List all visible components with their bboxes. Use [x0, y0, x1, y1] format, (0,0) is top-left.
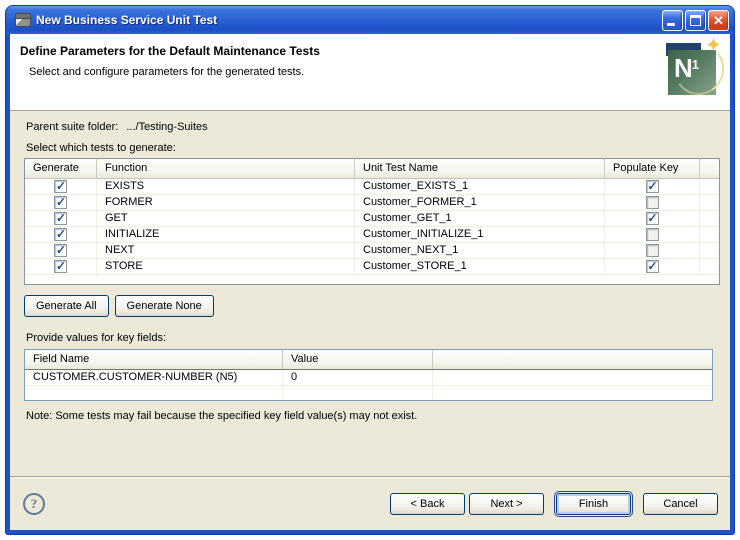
- generate-none-button[interactable]: Generate None: [114, 295, 214, 317]
- function-cell: FORMER: [97, 195, 355, 210]
- next-button[interactable]: Next >: [469, 492, 544, 515]
- col-header-value[interactable]: Value: [283, 350, 433, 369]
- button-bar: ? < Back Next > Finish Cancel: [10, 476, 730, 530]
- populate-key-checkbox[interactable]: [645, 228, 659, 241]
- dialog-body: Define Parameters for the Default Mainte…: [10, 34, 730, 530]
- generate-checkbox[interactable]: [54, 211, 67, 226]
- unit-test-name-cell[interactable]: Customer_FORMER_1: [355, 195, 605, 210]
- window-title: New Business Service Unit Test: [36, 13, 218, 27]
- populate-key-checkbox[interactable]: [645, 196, 659, 209]
- table-row[interactable]: STORE Customer_STORE_1: [25, 259, 719, 275]
- table-row[interactable]: NEXT Customer_NEXT_1: [25, 243, 719, 259]
- wizard-dialog: New Business Service Unit Test ✕ Define …: [6, 6, 734, 534]
- wizard-header: Define Parameters for the Default Mainte…: [10, 34, 730, 111]
- naturalone-icon-letter: N1: [674, 53, 699, 83]
- populate-key-checkbox[interactable]: [645, 259, 659, 274]
- unit-test-name-cell[interactable]: Customer_GET_1: [355, 211, 605, 226]
- cancel-button[interactable]: Cancel: [643, 492, 718, 515]
- help-button[interactable]: ?: [23, 492, 45, 515]
- populate-key-checkbox[interactable]: [645, 211, 659, 226]
- field-value-cell[interactable]: 0: [283, 370, 433, 385]
- table-row[interactable]: GET Customer_GET_1: [25, 211, 719, 227]
- generate-buttons-row: Generate All Generate None: [24, 295, 720, 317]
- unit-test-name-cell[interactable]: Customer_STORE_1: [355, 259, 605, 274]
- page-subtitle: Select and configure parameters for the …: [29, 66, 305, 78]
- key-fields-table-header: Field Name Value: [25, 350, 712, 370]
- field-name-cell: CUSTOMER.CUSTOMER-NUMBER (N5): [25, 370, 283, 385]
- naturalone-icon: N1 ✦: [666, 35, 729, 99]
- back-button[interactable]: < Back: [390, 492, 465, 515]
- parent-suite-label: Parent suite folder:: [26, 121, 119, 133]
- generate-checkbox[interactable]: [54, 179, 67, 194]
- window-icon: [15, 13, 31, 27]
- function-cell: NEXT: [97, 243, 355, 258]
- col-header-spacer: [433, 350, 712, 369]
- function-cell: EXISTS: [97, 179, 355, 194]
- function-cell: GET: [97, 211, 355, 226]
- page-title: Define Parameters for the Default Mainte…: [20, 44, 320, 58]
- key-field-row[interactable]: CUSTOMER.CUSTOMER-NUMBER (N5) 0: [25, 370, 712, 386]
- col-header-populate-key[interactable]: Populate Key: [605, 159, 700, 178]
- generate-checkbox[interactable]: [54, 259, 67, 274]
- finish-button-focus-ring: Finish: [554, 490, 633, 517]
- function-cell: STORE: [97, 259, 355, 274]
- col-header-unit-test-name[interactable]: Unit Test Name: [355, 159, 605, 178]
- maximize-button[interactable]: [685, 9, 706, 31]
- generate-all-button[interactable]: Generate All: [24, 295, 109, 317]
- select-tests-label: Select which tests to generate:: [26, 142, 176, 154]
- populate-key-checkbox[interactable]: [645, 244, 659, 257]
- function-cell: INITIALIZE: [97, 227, 355, 242]
- parent-suite-value: .../Testing-Suites: [126, 121, 208, 133]
- close-button[interactable]: ✕: [708, 9, 729, 31]
- generate-checkbox[interactable]: [54, 243, 67, 258]
- unit-test-name-cell[interactable]: Customer_EXISTS_1: [355, 179, 605, 194]
- table-row[interactable]: EXISTS Customer_EXISTS_1: [25, 179, 719, 195]
- note-text: Note: Some tests may fail because the sp…: [26, 410, 418, 422]
- tests-table-header: Generate Function Unit Test Name Populat…: [25, 159, 719, 179]
- finish-button[interactable]: Finish: [556, 492, 631, 515]
- titlebar[interactable]: New Business Service Unit Test ✕: [6, 6, 734, 34]
- maximize-icon: [690, 14, 701, 26]
- unit-test-name-cell[interactable]: Customer_NEXT_1: [355, 243, 605, 258]
- key-field-empty-row: [25, 386, 712, 400]
- generate-checkbox[interactable]: [54, 195, 67, 210]
- key-fields-table: Field Name Value CUSTOMER.CUSTOMER-NUMBE…: [24, 349, 713, 401]
- col-header-generate[interactable]: Generate: [25, 159, 97, 178]
- unit-test-name-cell[interactable]: Customer_INITIALIZE_1: [355, 227, 605, 242]
- provide-values-label: Provide values for key fields:: [26, 332, 167, 344]
- parent-suite-line: Parent suite folder: .../Testing-Suites: [26, 121, 720, 133]
- col-header-function[interactable]: Function: [97, 159, 355, 178]
- tests-table: Generate Function Unit Test Name Populat…: [24, 158, 720, 285]
- wizard-content: Parent suite folder: .../Testing-Suites S…: [10, 111, 730, 422]
- col-header-spacer: [700, 159, 719, 178]
- populate-key-checkbox[interactable]: [645, 179, 659, 194]
- generate-checkbox[interactable]: [54, 227, 67, 242]
- close-icon: ✕: [713, 12, 724, 28]
- sparkle-star-icon: ✦: [705, 35, 721, 55]
- col-header-field-name[interactable]: Field Name: [25, 350, 283, 369]
- minimize-button[interactable]: [662, 9, 683, 31]
- minimize-icon: [667, 22, 675, 26]
- table-row[interactable]: INITIALIZE Customer_INITIALIZE_1: [25, 227, 719, 243]
- table-row[interactable]: FORMER Customer_FORMER_1: [25, 195, 719, 211]
